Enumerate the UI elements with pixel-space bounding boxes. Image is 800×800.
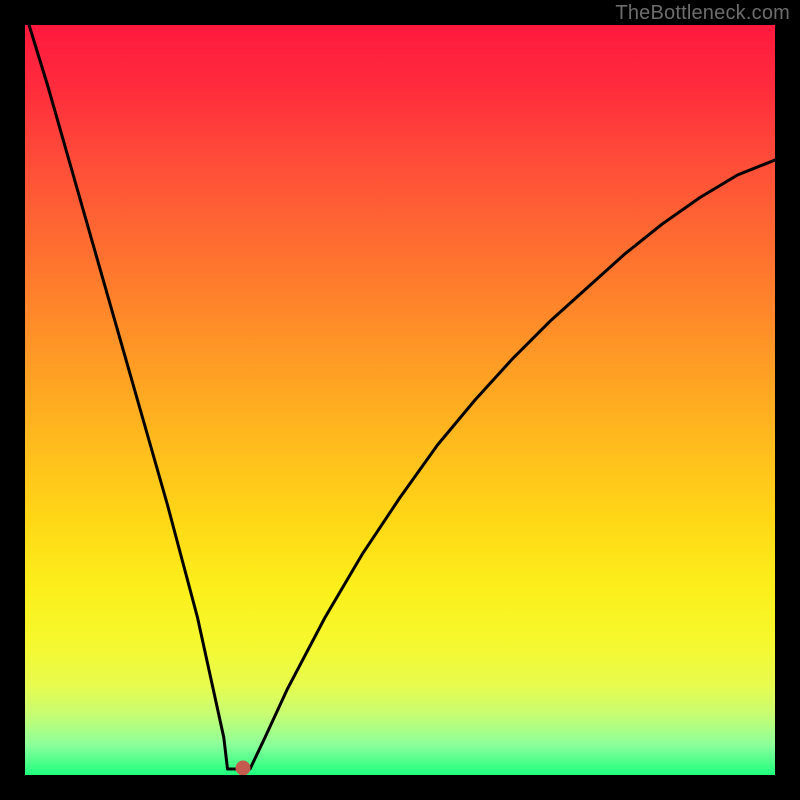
minimum-marker [235,760,250,775]
plot-area [25,25,775,775]
chart-frame: TheBottleneck.com [0,0,800,800]
watermark-text: TheBottleneck.com [615,2,790,25]
bottleneck-curve [25,25,775,775]
